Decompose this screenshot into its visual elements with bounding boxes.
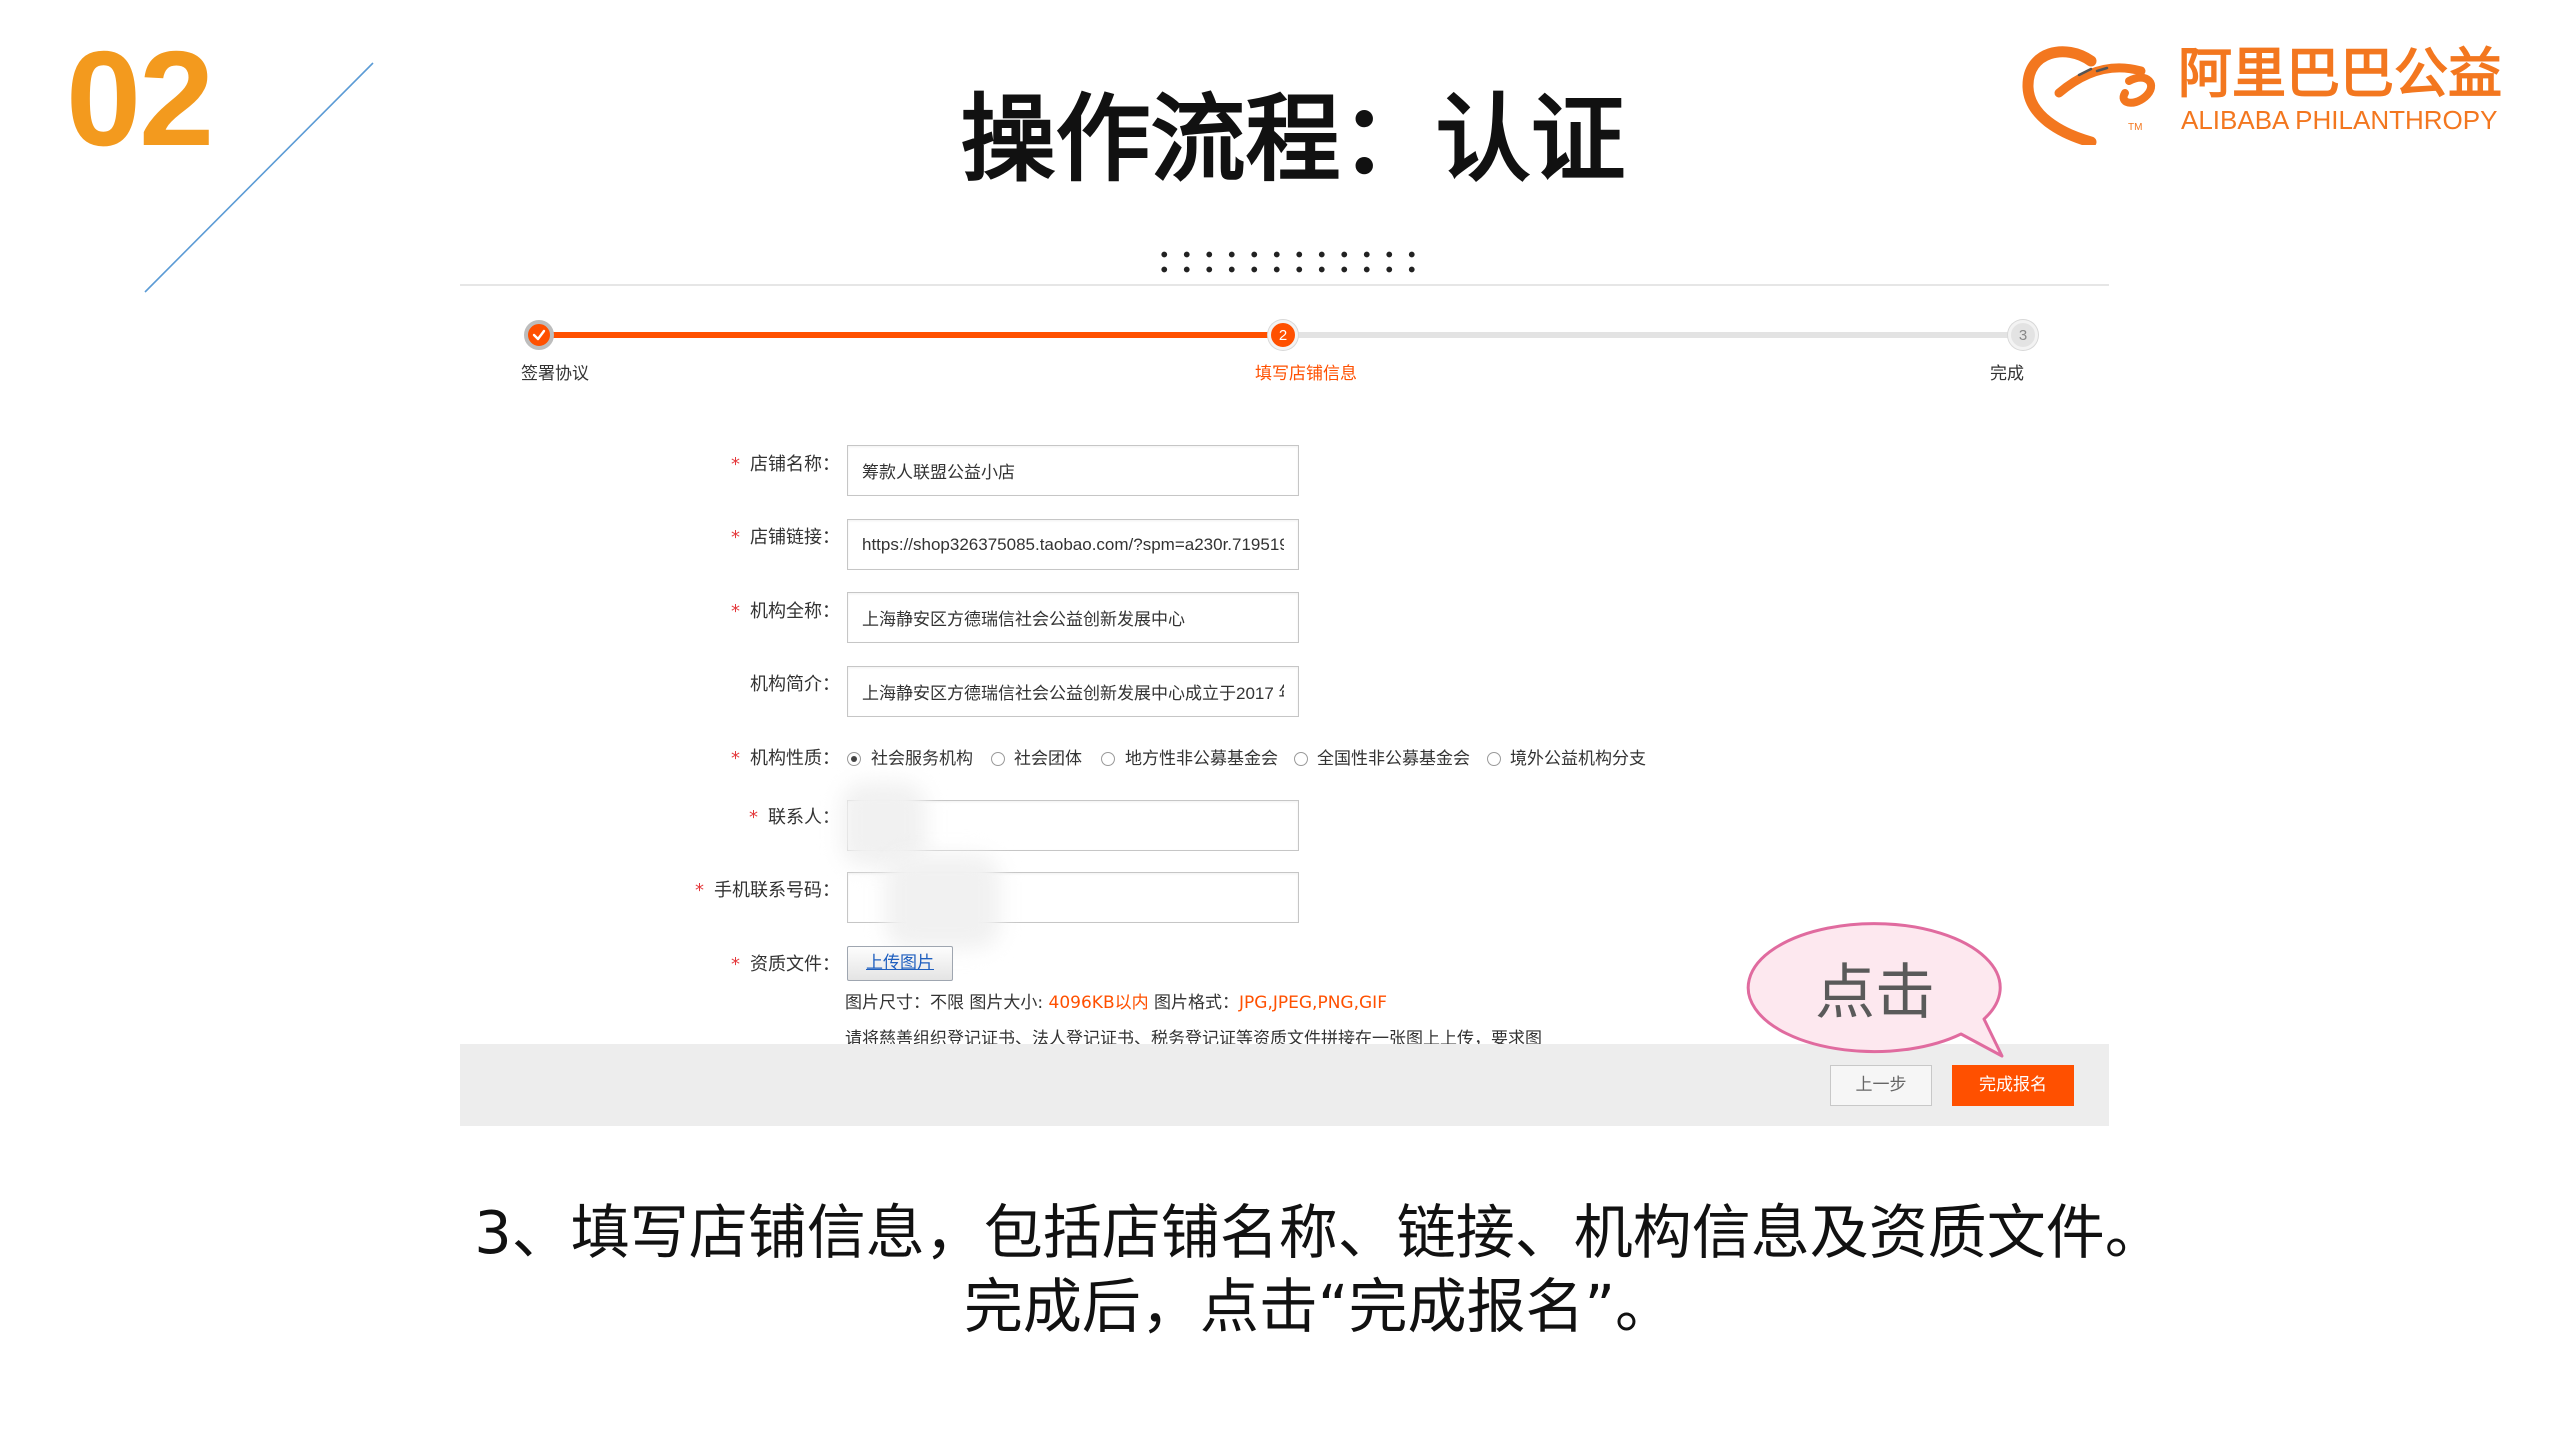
step-3-label: 完成	[1990, 364, 2024, 384]
previous-step-button[interactable]: 上一步	[1830, 1065, 1932, 1106]
org-type-radio[interactable]	[991, 752, 1005, 766]
step-2-dot: 2	[1268, 320, 1298, 350]
qualification-label: * 资质文件：	[460, 953, 840, 977]
required-asterisk: *	[695, 880, 704, 901]
shop-name-label: * 店铺名称：	[460, 453, 840, 477]
org-type-radio[interactable]	[1294, 752, 1308, 766]
step-1-label: 签署协议	[521, 364, 589, 384]
logo-english-name: ALIBABA PHILANTHROPY	[2181, 105, 2498, 135]
required-asterisk: *	[731, 527, 740, 548]
shop-name-input[interactable]	[847, 445, 1299, 496]
required-asterisk: *	[731, 748, 740, 769]
panel-divider	[460, 284, 2109, 286]
shop-link-input[interactable]	[847, 519, 1299, 570]
complete-registration-button[interactable]: 完成报名	[1952, 1065, 2074, 1106]
contact-label: * 联系人：	[460, 806, 840, 830]
org-full-name-label: * 机构全称：	[460, 600, 840, 624]
org-full-name-label-text: 机构全称：	[750, 601, 840, 622]
required-asterisk: *	[731, 601, 740, 622]
hint-format-value: JPG,JPEG,PNG,GIF	[1239, 993, 1387, 1013]
org-full-name-input[interactable]	[847, 592, 1299, 643]
org-type-option-label[interactable]: 地方性非公募基金会	[1125, 747, 1278, 771]
hint-size: 图片尺寸：不限	[845, 993, 964, 1013]
org-intro-label-text: 机构简介：	[750, 674, 840, 695]
check-icon	[532, 329, 546, 341]
logo-trademark: TM	[2128, 122, 2143, 133]
org-type-radio[interactable]	[1101, 752, 1115, 766]
org-type-option-label[interactable]: 社会服务机构	[871, 747, 973, 771]
logo-chinese-name: 阿里巴巴公益	[2178, 42, 2502, 105]
org-type-option-label[interactable]: 境外公益机构分支	[1510, 747, 1646, 771]
org-type-option-label[interactable]: 全国性非公募基金会	[1317, 747, 1470, 771]
org-type-radio[interactable]	[1487, 752, 1501, 766]
caption-line-1: 3、填写店铺信息，包括店铺名称、链接、机构信息及资质文件。	[474, 1198, 2164, 1267]
upload-image-button[interactable]: 上传图片	[847, 946, 953, 981]
mobile-label: * 手机联系号码：	[460, 879, 840, 903]
callout-text: 点击	[1815, 958, 1935, 1028]
shop-link-label-text: 店铺链接：	[750, 527, 840, 548]
shop-name-label-text: 店铺名称：	[750, 454, 840, 475]
mobile-label-text: 手机联系号码：	[714, 880, 840, 901]
dotted-divider	[1153, 247, 1423, 277]
required-asterisk: *	[749, 807, 758, 828]
stepper-progress-remaining	[1283, 332, 2023, 338]
stepper-progress-completed	[539, 332, 1283, 338]
contact-label-text: 联系人：	[768, 807, 840, 828]
org-type-label-text: 机构性质：	[750, 748, 840, 769]
step-1-dot	[524, 320, 554, 350]
privacy-blur	[885, 854, 1000, 949]
slide-caption: 3、填写店铺信息，包括店铺名称、链接、机构信息及资质文件。 完成后，点击“完成报…	[419, 1196, 2219, 1344]
slide-title: 操作流程：认证	[960, 85, 1626, 195]
org-intro-label: *机构简介：	[460, 673, 840, 697]
caption-line-2: 完成后，点击“完成报名”。	[963, 1272, 1675, 1341]
required-asterisk: *	[731, 954, 740, 975]
required-asterisk: *	[731, 454, 740, 475]
org-intro-input[interactable]	[847, 666, 1299, 717]
decorative-diagonal-line	[144, 62, 374, 293]
org-type-radio[interactable]	[847, 752, 861, 766]
org-type-label: * 机构性质：	[460, 747, 840, 771]
step-2-label: 填写店铺信息	[1255, 364, 1357, 384]
org-type-option-label[interactable]: 社会团体	[1014, 747, 1082, 771]
hint-filesize-value: 4096KB以内	[1048, 993, 1149, 1013]
shop-link-label: * 店铺链接：	[460, 526, 840, 550]
upload-hint: 图片尺寸：不限 图片大小: 4096KB以内 图片格式：JPG,JPEG,PNG…	[845, 991, 1387, 1015]
hint-filesize-label: 图片大小:	[969, 993, 1044, 1013]
qualification-label-text: 资质文件：	[750, 954, 840, 975]
hint-format-label: 图片格式：	[1154, 993, 1240, 1013]
step-3-dot: 3	[2008, 320, 2038, 350]
